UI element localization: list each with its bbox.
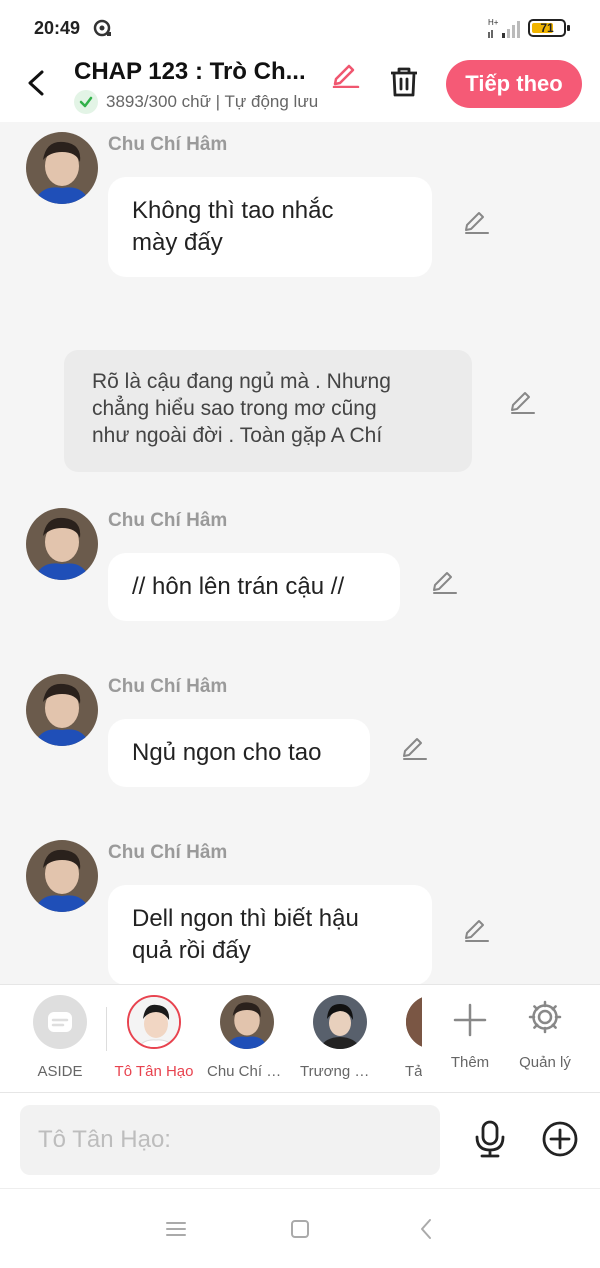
avatar-image [26, 508, 98, 580]
message-line: Không thì tao nhắc [132, 197, 334, 224]
aside-avatar [33, 995, 87, 1049]
character-truong-cuc[interactable]: Trương Cực [300, 995, 380, 1080]
message-line: // hôn lên trán cậu // [132, 573, 345, 600]
home-nav-icon[interactable] [288, 1217, 312, 1241]
character-chu-chi-ham[interactable]: Chu Chí H... [207, 995, 287, 1080]
menu-nav-icon[interactable] [164, 1217, 188, 1241]
message-line: Dell ngon thì biết hậu [132, 905, 359, 932]
add-label: Thêm [450, 1054, 490, 1071]
character-name: Chu Chí Hâm [108, 134, 228, 155]
avatar-image [26, 132, 98, 204]
character-name: Chu Chí Hâm [108, 510, 228, 531]
avatar-image [129, 997, 179, 1047]
avatar-image [406, 995, 422, 1049]
character-label: Tô Tân Hạo [114, 1063, 194, 1080]
tray-divider [106, 1007, 107, 1051]
avatar-image [26, 674, 98, 746]
battery-icon: 71 [528, 19, 570, 37]
character-avatar [127, 995, 181, 1049]
character-aside[interactable]: ASIDE [20, 995, 100, 1080]
back-nav-icon[interactable] [414, 1217, 438, 1241]
saved-check-icon [74, 90, 98, 114]
avatar-image [220, 995, 274, 1049]
aside-bubble[interactable]: Rõ là cậu đang ngủ mà . Nhưng chẳng hiểu… [64, 350, 472, 472]
edit-message-icon[interactable] [400, 732, 428, 760]
character-avatar [220, 995, 274, 1049]
edit-message-icon[interactable] [430, 566, 458, 594]
add-character-button[interactable]: Thêm [435, 995, 505, 1071]
battery-tip [567, 25, 570, 31]
character-partial[interactable]: Tả [394, 985, 422, 1093]
word-count-status: 3893/300 chữ | Tự động lưu [74, 89, 318, 115]
message-bubble[interactable]: Không thì tao nhắc mày đấy [108, 177, 432, 277]
edit-message-icon[interactable] [462, 206, 490, 234]
signal-icon: H+ [488, 18, 520, 38]
character-name: Chu Chí Hâm [108, 676, 228, 697]
character-tray: ASIDE Tô Tân Hạo Chu Chí H... Trương Cực… [0, 984, 600, 1093]
next-button[interactable]: Tiếp theo [446, 60, 582, 108]
aside-line: Rõ là cậu đang ngủ mà . Nhưng [92, 370, 391, 393]
character-name: Chu Chí Hâm [108, 842, 228, 863]
network-type-label: H+ [488, 18, 499, 27]
status-bar: 20:49 H+ 71 [0, 0, 600, 56]
back-arrow-icon[interactable] [20, 66, 54, 100]
message-line: quả rồi đấy [132, 937, 251, 964]
status-time: 20:49 [34, 18, 81, 38]
notification-icon [93, 19, 111, 37]
input-bar [0, 1092, 600, 1189]
message-bubble[interactable]: Ngủ ngon cho tao [108, 719, 370, 787]
character-avatar [313, 995, 367, 1049]
manage-label: Quản lý [519, 1054, 571, 1071]
edit-message-icon[interactable] [508, 386, 536, 414]
character-label: Tả [405, 1063, 422, 1080]
character-avatar[interactable] [26, 132, 98, 204]
character-avatar [406, 995, 422, 1049]
battery-text: 71 [540, 21, 554, 35]
gear-icon [528, 1000, 562, 1034]
character-label: Chu Chí H... [207, 1063, 287, 1080]
message-line: Ngủ ngon cho tao [132, 739, 322, 766]
editor-header: CHAP 123 : Trò Ch... 3893/300 chữ | Tự đ… [0, 56, 600, 122]
character-avatar[interactable] [26, 840, 98, 912]
character-avatar[interactable] [26, 674, 98, 746]
system-nav-bar [0, 1188, 600, 1268]
message-bubble[interactable]: // hôn lên trán cậu // [108, 553, 400, 621]
character-label: Trương Cực [300, 1063, 380, 1080]
character-avatar[interactable] [26, 508, 98, 580]
message-bubble[interactable]: Dell ngon thì biết hậu quả rồi đấy [108, 885, 432, 984]
trash-icon[interactable] [386, 64, 422, 100]
aside-line: như ngoài đời . Toàn gặp A Chí [92, 424, 383, 447]
manage-characters-button[interactable]: Quản lý [510, 995, 580, 1071]
plus-icon [453, 1003, 487, 1037]
message-input[interactable] [20, 1105, 440, 1175]
chapter-title[interactable]: CHAP 123 : Trò Ch... [74, 58, 306, 86]
aside-bubble-icon [48, 1012, 72, 1032]
microphone-icon[interactable] [470, 1119, 510, 1159]
character-label: ASIDE [37, 1063, 83, 1080]
message-line: mày đấy [132, 229, 223, 256]
add-media-icon[interactable] [540, 1119, 580, 1159]
character-to-tan-hao[interactable]: Tô Tân Hạo [114, 995, 194, 1080]
edit-title-icon[interactable] [330, 58, 360, 88]
aside-line: chẳng hiểu sao trong mơ cũng [92, 397, 377, 420]
avatar-image [313, 995, 367, 1049]
avatar-image [26, 840, 98, 912]
edit-message-icon[interactable] [462, 914, 490, 942]
chat-area[interactable]: Chu Chí Hâm Không thì tao nhắc mày đấy R… [0, 122, 600, 984]
word-count-text: 3893/300 chữ | Tự động lưu [106, 92, 319, 111]
